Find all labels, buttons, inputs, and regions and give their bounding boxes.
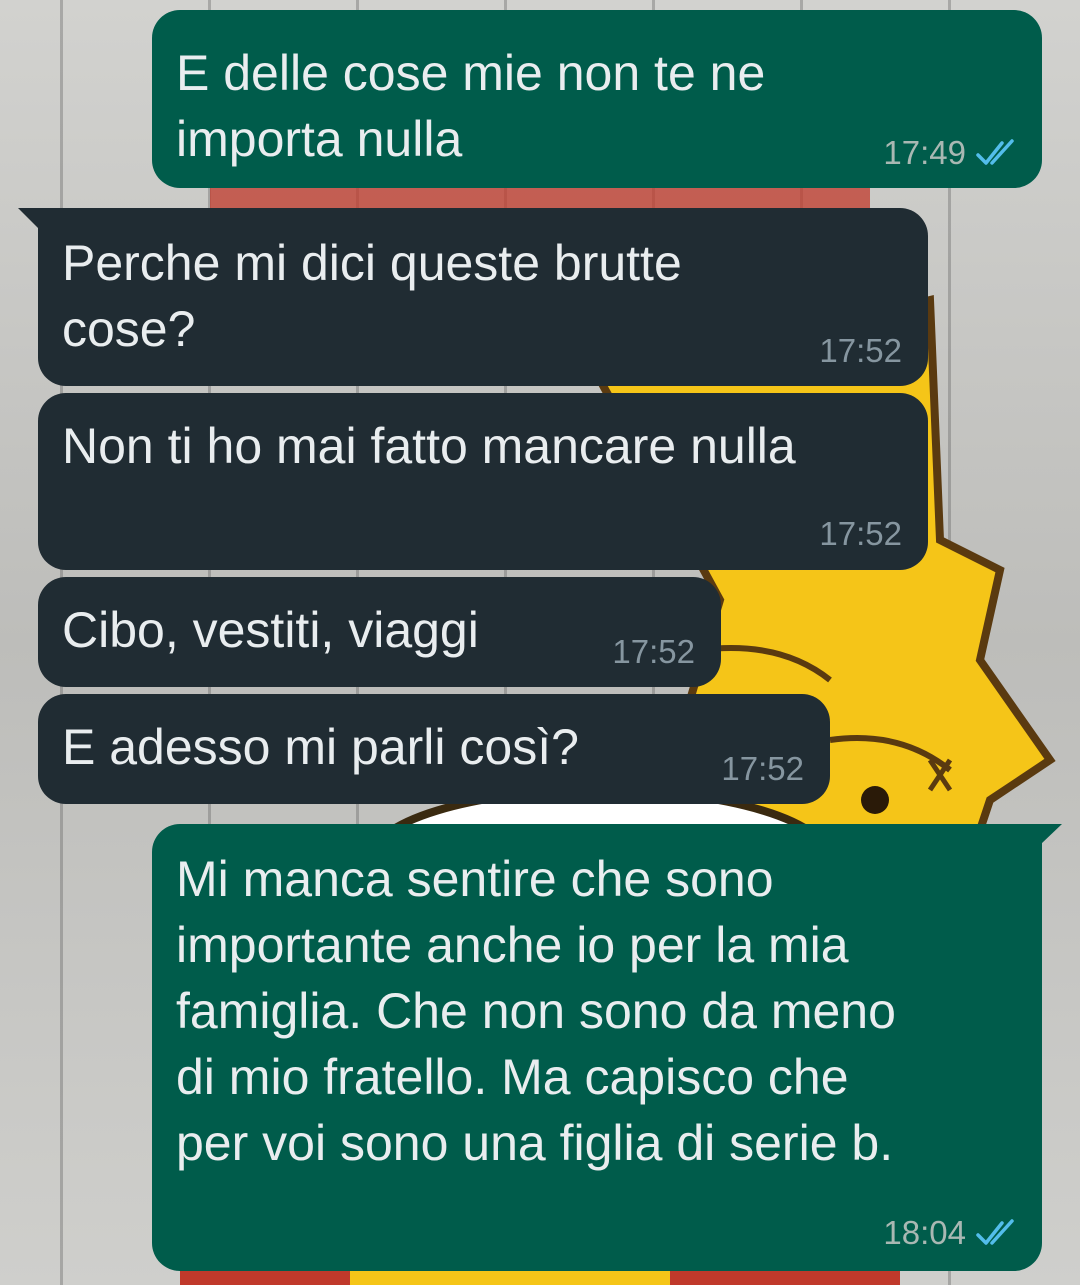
message-time: 17:52 bbox=[612, 633, 695, 670]
message-bubble-incoming[interactable]: Non ti ho mai fatto mancare nulla 17:52 bbox=[38, 393, 928, 570]
message-meta: 17:52 bbox=[819, 332, 902, 370]
message-text: Non ti ho mai fatto mancare nulla bbox=[62, 418, 796, 474]
message-time: 17:52 bbox=[721, 750, 804, 787]
message-text: Perche mi dici queste brutte cose? bbox=[62, 235, 682, 357]
message-text: E delle cose mie non te ne importa nulla bbox=[176, 45, 766, 167]
message-time: 17:52 bbox=[819, 515, 902, 552]
message-text: Cibo, vestiti, viaggi bbox=[62, 602, 479, 658]
message-time: 17:52 bbox=[819, 332, 902, 369]
message-meta: 17:52 bbox=[819, 515, 902, 553]
message-bubble-outgoing[interactable]: Mi manca sentire che sono importante anc… bbox=[152, 824, 1042, 1271]
message-bubble-outgoing[interactable]: E delle cose mie non te ne importa nulla… bbox=[152, 10, 1042, 188]
message-meta: 17:52 bbox=[612, 633, 695, 671]
message-meta: 17:52 bbox=[721, 750, 804, 788]
message-text: E adesso mi parli così? bbox=[62, 719, 579, 775]
message-bubble-incoming[interactable]: Perche mi dici queste brutte cose? 17:52 bbox=[38, 208, 928, 386]
double-check-icon bbox=[976, 1219, 1014, 1245]
message-meta: 17:49 bbox=[883, 134, 1020, 172]
message-text: Mi manca sentire che sono importante anc… bbox=[176, 851, 896, 1171]
message-time: 17:49 bbox=[883, 134, 966, 171]
message-bubble-incoming[interactable]: Cibo, vestiti, viaggi 17:52 bbox=[38, 577, 721, 687]
double-check-icon bbox=[976, 139, 1014, 165]
message-meta: 18:04 bbox=[883, 1214, 1020, 1252]
message-time: 18:04 bbox=[883, 1214, 966, 1251]
message-bubble-incoming[interactable]: E adesso mi parli così? 17:52 bbox=[38, 694, 830, 804]
